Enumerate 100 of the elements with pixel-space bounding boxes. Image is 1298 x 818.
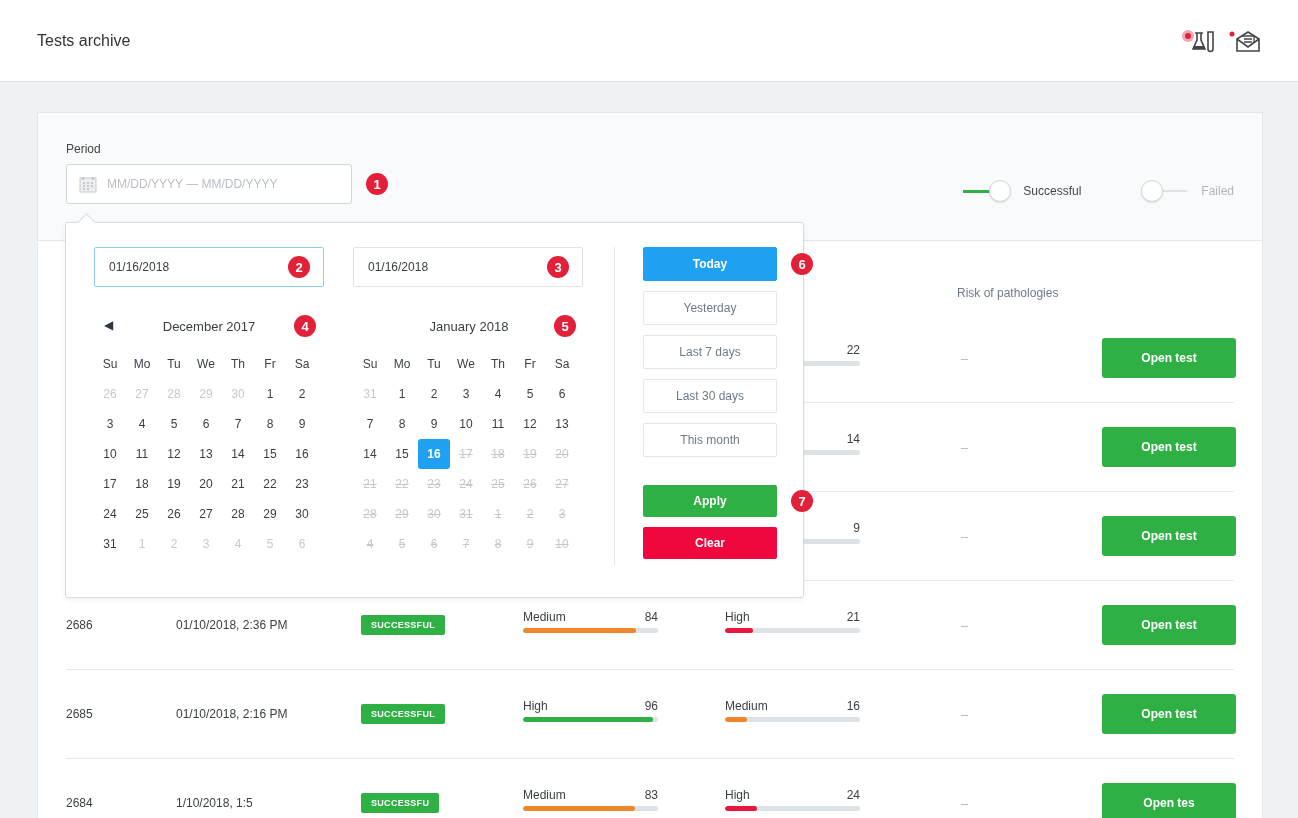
- calendar-day[interactable]: 13: [546, 409, 578, 439]
- risk-level-label: Medium: [725, 698, 769, 713]
- calendar-day[interactable]: 15: [386, 439, 418, 469]
- calendar-day[interactable]: 6: [190, 409, 222, 439]
- calendar-day[interactable]: 28: [222, 499, 254, 529]
- calendar-day[interactable]: 5: [158, 409, 190, 439]
- preset-button[interactable]: Last 7 days: [643, 335, 777, 369]
- calendar-day[interactable]: 26: [158, 499, 190, 529]
- calendar-day[interactable]: 8: [254, 409, 286, 439]
- open-test-button[interactable]: Open test: [1102, 605, 1236, 645]
- risk-value: –: [960, 795, 969, 811]
- open-test-button[interactable]: Open tes: [1102, 783, 1236, 818]
- annotation-marker: 7: [791, 490, 813, 512]
- apply-button[interactable]: Apply: [643, 485, 777, 517]
- score-value: 21: [846, 609, 860, 624]
- score-value: 22: [846, 342, 860, 357]
- calendar-day[interactable]: 25: [126, 499, 158, 529]
- risk-level-label: High: [523, 698, 549, 713]
- calendar-day[interactable]: 22: [254, 469, 286, 499]
- calendar-day[interactable]: 9: [418, 409, 450, 439]
- envelope-icon[interactable]: [1227, 28, 1261, 53]
- annotation-marker: 2: [288, 256, 310, 278]
- calendar-day[interactable]: 17: [94, 469, 126, 499]
- calendar-icon: [79, 175, 97, 193]
- annotation-marker: 4: [294, 315, 316, 337]
- risk-level-label: Medium: [523, 609, 567, 624]
- risk-value: –: [960, 439, 969, 455]
- calendar-day[interactable]: 8: [386, 409, 418, 439]
- calendar-day[interactable]: 2: [286, 379, 318, 409]
- calendar-day[interactable]: 20: [190, 469, 222, 499]
- score-value: 83: [644, 787, 658, 802]
- calendar-day[interactable]: 2: [418, 379, 450, 409]
- calendar-day[interactable]: 12: [514, 409, 546, 439]
- calendar-day[interactable]: 13: [190, 439, 222, 469]
- open-test-button[interactable]: Open test: [1102, 694, 1236, 734]
- calendar-day[interactable]: 15: [254, 439, 286, 469]
- calendar-day[interactable]: 19: [158, 469, 190, 499]
- annotation-marker: 6: [791, 253, 813, 275]
- weekday-label: We: [196, 356, 216, 373]
- calendar-day[interactable]: 1: [386, 379, 418, 409]
- period-label: Period: [66, 142, 101, 156]
- preset-button[interactable]: Yesterday: [643, 291, 777, 325]
- test-date: 01/10/2018, 2:36 PM: [176, 618, 289, 632]
- clear-button[interactable]: Clear: [643, 527, 777, 559]
- annotation-marker: 3: [547, 256, 569, 278]
- toggle-switch[interactable]: [1141, 180, 1188, 202]
- annotation-marker: 5: [554, 315, 576, 337]
- status-badge: SUCCESSFUL: [361, 704, 445, 724]
- weekday-label: Mo: [132, 356, 152, 373]
- calendar-day[interactable]: 11: [126, 439, 158, 469]
- toggle-label: Successful: [1023, 184, 1082, 198]
- calendar-day[interactable]: 23: [286, 469, 318, 499]
- calendar-day[interactable]: 10: [450, 409, 482, 439]
- preset-button[interactable]: This month: [643, 423, 777, 457]
- calendar-day[interactable]: 14: [354, 439, 386, 469]
- weekday-label: Fr: [263, 356, 277, 373]
- toggle-switch[interactable]: [963, 180, 1010, 202]
- calendar-day[interactable]: 4: [126, 409, 158, 439]
- weekday-label: Su: [101, 356, 119, 373]
- flask-icon[interactable]: [1181, 28, 1215, 53]
- calendar-day[interactable]: 4: [482, 379, 514, 409]
- test-id: 2685: [66, 707, 94, 721]
- calendar-day[interactable]: 1: [254, 379, 286, 409]
- calendar-day[interactable]: 11: [482, 409, 514, 439]
- open-test-button[interactable]: Open test: [1102, 427, 1236, 467]
- calendar-day[interactable]: 12: [158, 439, 190, 469]
- calendar-day[interactable]: 24: [94, 499, 126, 529]
- score-value: 96: [644, 698, 658, 713]
- calendar-day[interactable]: 14: [222, 439, 254, 469]
- preset-button[interactable]: Today: [643, 247, 777, 281]
- calendar-day[interactable]: 27: [190, 499, 222, 529]
- toggle-label: Failed: [1201, 184, 1234, 198]
- preset-button[interactable]: Last 30 days: [643, 379, 777, 413]
- weekday-label: Tu: [166, 356, 182, 373]
- calendar-day[interactable]: 6: [546, 379, 578, 409]
- open-test-button[interactable]: Open test: [1102, 516, 1236, 556]
- calendar-day[interactable]: 18: [126, 469, 158, 499]
- calendar-day[interactable]: 30: [286, 499, 318, 529]
- calendar-day[interactable]: 5: [514, 379, 546, 409]
- status-badge: SUCCESSFU: [361, 793, 440, 813]
- calendar-day[interactable]: 16: [286, 439, 318, 469]
- weekday-label: Mo: [392, 356, 412, 373]
- calendar-day[interactable]: 21: [222, 469, 254, 499]
- calendar-day[interactable]: 29: [254, 499, 286, 529]
- calendar-day[interactable]: 7: [222, 409, 254, 439]
- previous-month-button[interactable]: ◀: [104, 318, 113, 332]
- calendar-day[interactable]: 9: [286, 409, 318, 439]
- calendar-day[interactable]: 3: [450, 379, 482, 409]
- calendar-day[interactable]: 10: [94, 439, 126, 469]
- calendar-day[interactable]: 3: [94, 409, 126, 439]
- test-id: 2686: [66, 618, 94, 632]
- score-value: 84: [644, 609, 658, 624]
- score-value: 9: [853, 520, 860, 535]
- calendar-day[interactable]: 16: [418, 439, 450, 469]
- weekday-label: Th: [490, 356, 506, 373]
- open-test-button[interactable]: Open test: [1102, 338, 1236, 378]
- weekday-label: Sa: [293, 356, 311, 373]
- calendar-day[interactable]: 31: [94, 529, 126, 559]
- weekday-label: Fr: [523, 356, 537, 373]
- calendar-day[interactable]: 7: [354, 409, 386, 439]
